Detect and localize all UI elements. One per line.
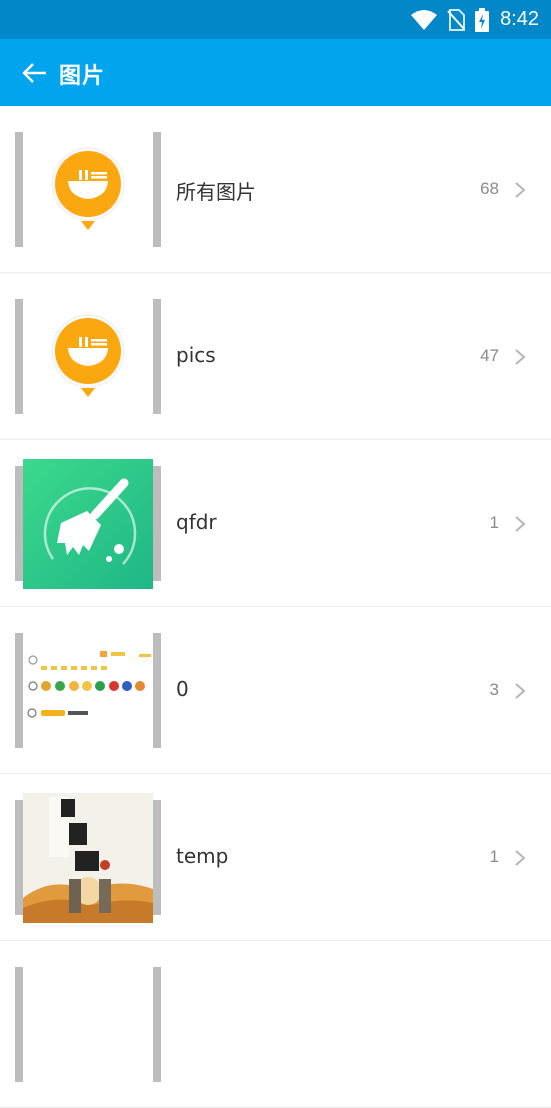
chevron-right-icon xyxy=(515,683,526,699)
album-name: qfdr xyxy=(176,510,217,534)
album-count: 3 xyxy=(489,680,499,699)
poster-image xyxy=(23,793,153,923)
emoji-screenshot-image xyxy=(23,633,153,748)
album-thumbnail xyxy=(15,132,161,247)
thumbnail-image xyxy=(23,967,153,1082)
album-row[interactable]: qfdr 1 xyxy=(0,440,551,607)
chevron-right-icon xyxy=(515,349,526,365)
no-sim-icon xyxy=(447,9,465,31)
album-name: 所有图片 xyxy=(176,180,256,204)
album-row[interactable]: 0 3 xyxy=(0,607,551,774)
album-row[interactable]: pics 47 xyxy=(0,273,551,440)
album-thumbnail xyxy=(15,633,161,748)
battery-charging-icon xyxy=(475,8,489,32)
album-count: 68 xyxy=(480,179,499,198)
wifi-icon xyxy=(411,10,437,30)
arrow-left-icon[interactable] xyxy=(20,58,50,88)
album-count: 1 xyxy=(489,513,499,532)
album-name: pics xyxy=(176,343,216,367)
album-count: 1 xyxy=(489,847,499,866)
album-row[interactable]: 所有图片 68 xyxy=(0,106,551,273)
status-time: 8:42 xyxy=(500,8,539,30)
album-row-partial[interactable] xyxy=(0,941,551,1108)
album-name: temp xyxy=(176,844,229,868)
album-row[interactable]: temp 1 xyxy=(0,774,551,941)
album-thumbnail xyxy=(15,459,161,589)
status-bar: 8:42 xyxy=(0,0,551,39)
broom-cleaner-icon xyxy=(23,459,153,589)
album-count: 47 xyxy=(480,346,499,365)
app-bar: 图片 xyxy=(0,39,551,106)
chevron-right-icon xyxy=(515,850,526,866)
app-logo-icon xyxy=(23,132,153,247)
chevron-right-icon xyxy=(515,182,526,198)
album-thumbnail xyxy=(15,299,161,414)
status-icons xyxy=(411,8,489,32)
album-thumbnail xyxy=(15,967,161,1082)
album-list: 所有图片 68 pics 47 qfdr 1 0 3 temp 1 xyxy=(0,106,551,1108)
chevron-right-icon xyxy=(515,516,526,532)
page-title: 图片 xyxy=(59,64,106,89)
app-logo-icon xyxy=(23,299,153,414)
album-name: 0 xyxy=(176,677,189,701)
album-thumbnail xyxy=(15,793,161,923)
